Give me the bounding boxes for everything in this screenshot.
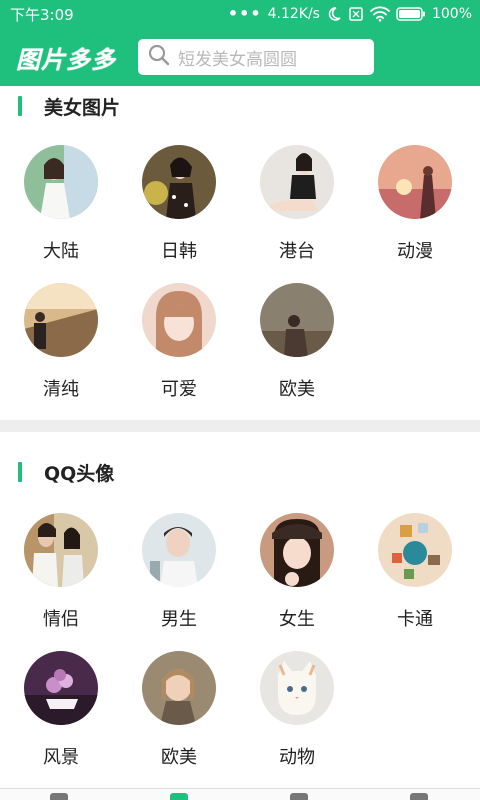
category-tile-couple[interactable]: 情侣	[0, 513, 120, 643]
section-header-qq-avatar: QQ头像	[0, 452, 480, 492]
battery-percent: 100%	[431, 6, 472, 22]
category-tile-girls[interactable]: 女生	[236, 513, 356, 643]
moon-icon	[326, 6, 342, 22]
category-tile-western[interactable]: 欧美	[236, 283, 356, 413]
category-thumbnail	[142, 651, 216, 725]
category-thumbnail	[24, 513, 98, 587]
category-label: 男生	[161, 609, 197, 630]
network-speed: 4.12K/s	[267, 6, 320, 22]
category-tile-boys[interactable]: 男生	[118, 513, 238, 643]
category-thumbnail	[24, 145, 98, 219]
category-tile-scenery[interactable]: 风景	[0, 651, 120, 781]
category-label: 清纯	[43, 379, 79, 400]
section-header-beauty: 美女图片	[0, 86, 480, 126]
battery-icon	[396, 6, 426, 22]
app-header: 图片多多 短发美女高圆圆	[0, 28, 480, 86]
category-thumbnail	[142, 283, 216, 357]
app-title: 图片多多	[16, 45, 116, 74]
category-thumbnail	[260, 283, 334, 357]
category-tile-japan-korea[interactable]: 日韩	[118, 145, 238, 275]
category-tile-mainland[interactable]: 大陆	[0, 145, 120, 275]
signal-dots-icon: •••	[227, 4, 262, 23]
category-thumbnail	[24, 283, 98, 357]
status-time: 下午3:09	[10, 5, 74, 24]
category-label: 卡通	[397, 609, 433, 630]
category-tile-anime[interactable]: 动漫	[354, 145, 474, 275]
category-tile-cartoon[interactable]: 卡通	[354, 513, 474, 643]
section-title: QQ头像	[44, 462, 115, 485]
category-label: 可爱	[161, 379, 197, 400]
search-bar[interactable]: 短发美女高圆圆	[138, 39, 374, 75]
category-thumbnail	[142, 513, 216, 587]
category-label: 风景	[43, 747, 79, 768]
category-label: 动物	[279, 747, 315, 768]
category-label: 港台	[279, 241, 315, 262]
category-label: 女生	[279, 609, 315, 630]
section-title: 美女图片	[44, 96, 121, 119]
category-label: 大陆	[43, 241, 79, 262]
section-accent-bar	[18, 462, 22, 482]
search-input[interactable]: 短发美女高圆圆	[178, 45, 297, 70]
section-divider	[0, 420, 480, 432]
category-tile-animals[interactable]: 动物	[236, 651, 356, 781]
category-label: 日韩	[161, 241, 197, 262]
category-tile-pure[interactable]: 清纯	[0, 283, 120, 413]
category-thumbnail	[260, 145, 334, 219]
category-thumbnail	[260, 651, 334, 725]
category-thumbnail	[142, 145, 216, 219]
bottom-nav[interactable]	[0, 788, 480, 800]
category-thumbnail	[378, 145, 452, 219]
wifi-icon	[370, 6, 390, 22]
status-right-group: ••• 4.12K/s 100%	[227, 4, 472, 23]
category-tile-cute[interactable]: 可爱	[118, 283, 238, 413]
category-label: 欧美	[279, 379, 315, 400]
section-accent-bar	[18, 96, 22, 116]
category-thumbnail	[378, 513, 452, 587]
category-label: 欧美	[161, 747, 197, 768]
category-thumbnail	[260, 513, 334, 587]
category-tile-western-avatar[interactable]: 欧美	[118, 651, 238, 781]
category-label: 动漫	[397, 241, 433, 262]
nav-home-icon[interactable]	[50, 793, 68, 800]
status-bar: 下午3:09 ••• 4.12K/s 100%	[0, 0, 480, 28]
sim-icon	[348, 6, 364, 22]
category-thumbnail	[24, 651, 98, 725]
category-label: 情侣	[43, 609, 79, 630]
nav-profile-icon[interactable]	[410, 793, 428, 800]
nav-favorite-icon[interactable]	[290, 793, 308, 800]
nav-category-icon[interactable]	[170, 793, 188, 800]
search-icon	[148, 44, 170, 70]
category-tile-hk-taiwan[interactable]: 港台	[236, 145, 356, 275]
